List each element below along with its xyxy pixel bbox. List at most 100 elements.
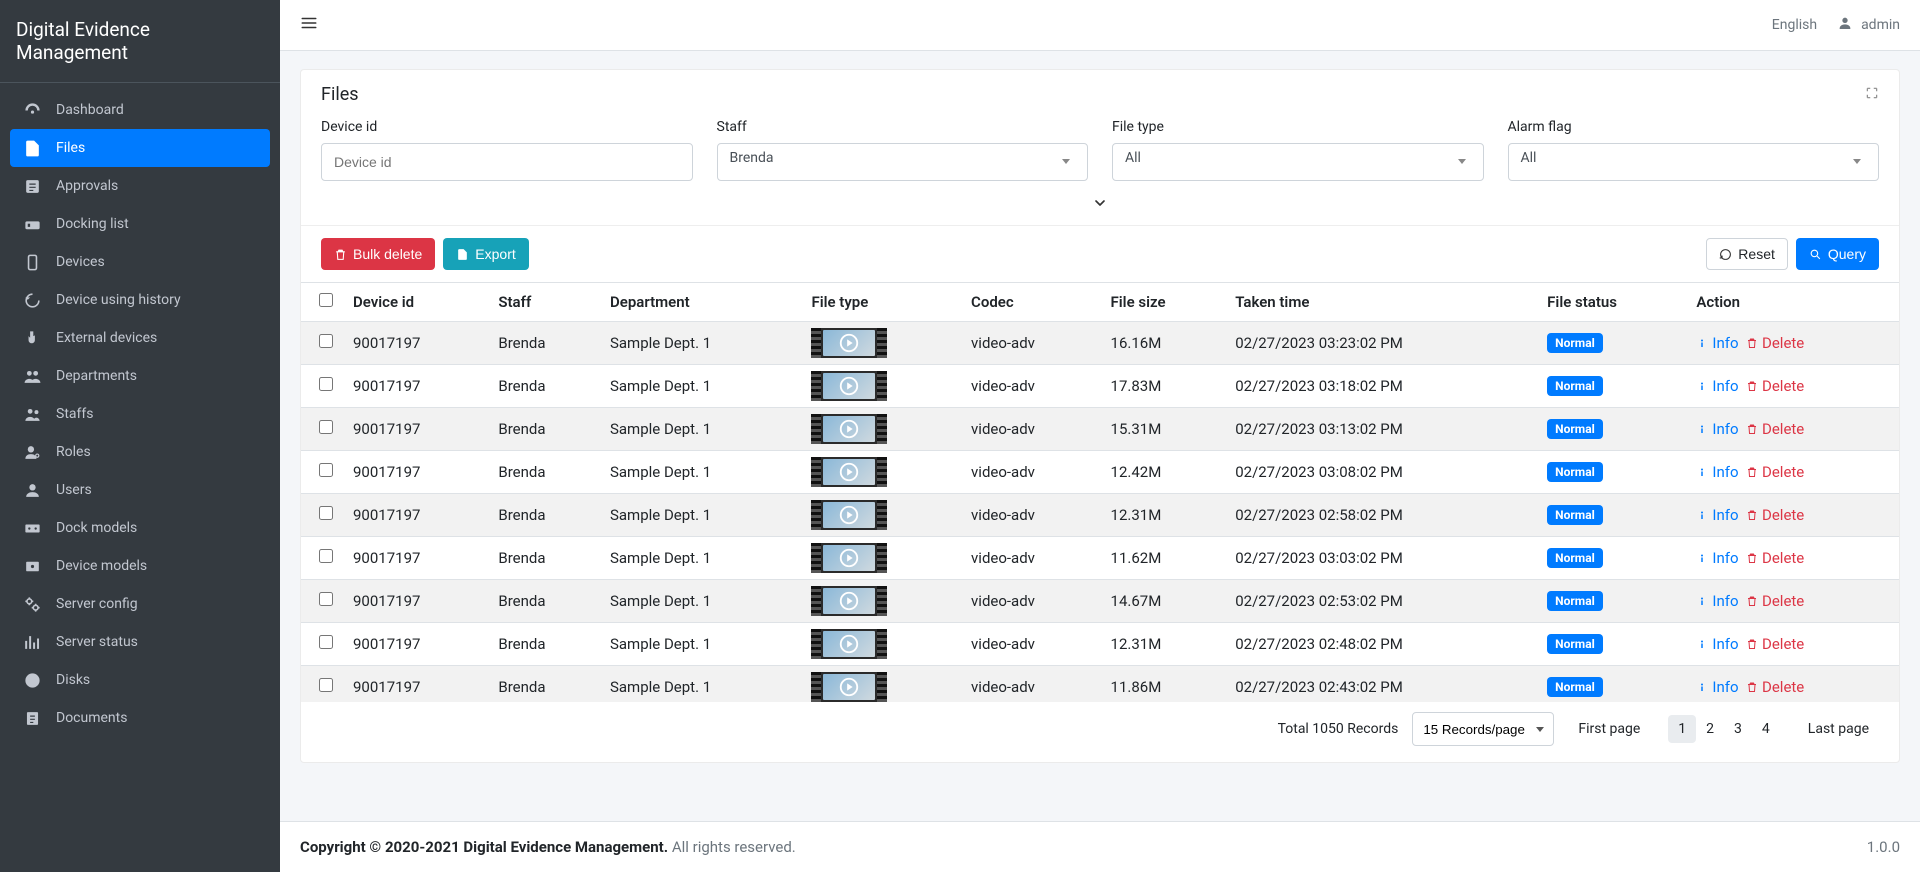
delete-link[interactable]: Delete — [1746, 334, 1804, 352]
video-thumbnail[interactable] — [811, 328, 887, 358]
sidebar-item-docking-list[interactable]: Docking list — [10, 205, 270, 243]
row-checkbox[interactable] — [319, 420, 333, 434]
sidebar-item-dock-models[interactable]: Dock models — [10, 509, 270, 547]
sidebar-item-documents[interactable]: Documents — [10, 699, 270, 737]
cell-taken: 02/27/2023 02:53:02 PM — [1225, 580, 1537, 623]
sidebar-item-server-status[interactable]: Server status — [10, 623, 270, 661]
delete-link[interactable]: Delete — [1746, 463, 1804, 481]
bulk-delete-button[interactable]: Bulk delete — [321, 238, 435, 270]
cell-action: Info Delete — [1686, 666, 1899, 703]
expand-icon[interactable] — [1865, 86, 1879, 104]
info-link[interactable]: Info — [1696, 377, 1738, 395]
row-checkbox[interactable] — [319, 463, 333, 477]
video-thumbnail[interactable] — [811, 543, 887, 573]
sidebar-item-external-devices[interactable]: External devices — [10, 319, 270, 357]
sidebar-item-device-models[interactable]: Device models — [10, 547, 270, 585]
info-link[interactable]: Info — [1696, 678, 1738, 696]
page-number[interactable]: 1 — [1668, 715, 1696, 743]
sidebar-item-label: Departments — [56, 368, 137, 384]
cell-staff: Brenda — [488, 666, 600, 703]
row-checkbox[interactable] — [319, 334, 333, 348]
staff-select[interactable]: Brenda — [717, 143, 1089, 181]
file-type-select[interactable]: All — [1112, 143, 1484, 181]
delete-link[interactable]: Delete — [1746, 377, 1804, 395]
status-badge: Normal — [1547, 634, 1603, 654]
delete-link[interactable]: Delete — [1746, 549, 1804, 567]
sidebar-item-approvals[interactable]: Approvals — [10, 167, 270, 205]
trash-icon — [1746, 552, 1758, 564]
cell-size: 11.86M — [1101, 666, 1226, 703]
delete-link[interactable]: Delete — [1746, 420, 1804, 438]
row-checkbox[interactable] — [319, 635, 333, 649]
sidebar-item-files[interactable]: Files — [10, 129, 270, 167]
info-link[interactable]: Info — [1696, 592, 1738, 610]
info-link[interactable]: Info — [1696, 506, 1738, 524]
sidebar-item-roles[interactable]: Roles — [10, 433, 270, 471]
trash-icon — [1746, 595, 1758, 607]
cell-file-type — [801, 666, 961, 703]
page-title: Files — [321, 84, 359, 105]
sidebar-item-users[interactable]: Users — [10, 471, 270, 509]
video-thumbnail[interactable] — [811, 371, 887, 401]
info-link[interactable]: Info — [1696, 420, 1738, 438]
export-button[interactable]: Export — [443, 238, 528, 270]
video-thumbnail[interactable] — [811, 672, 887, 702]
page-number[interactable]: 2 — [1696, 715, 1724, 743]
sidebar-item-departments[interactable]: Departments — [10, 357, 270, 395]
video-thumbnail[interactable] — [811, 629, 887, 659]
sidebar-item-server-config[interactable]: Server config — [10, 585, 270, 623]
col-header: File type — [801, 283, 961, 322]
user-icon — [1837, 15, 1853, 35]
delete-link[interactable]: Delete — [1746, 592, 1804, 610]
info-icon — [1696, 380, 1708, 392]
sidebar-item-disks[interactable]: Disks — [10, 661, 270, 699]
video-thumbnail[interactable] — [811, 414, 887, 444]
info-link[interactable]: Info — [1696, 334, 1738, 352]
info-link[interactable]: Info — [1696, 549, 1738, 567]
col-header: File status — [1537, 283, 1686, 322]
sidebar-item-devices[interactable]: Devices — [10, 243, 270, 281]
toggle-more-filters[interactable] — [301, 191, 1899, 225]
cell-staff: Brenda — [488, 322, 600, 365]
delete-link[interactable]: Delete — [1746, 678, 1804, 696]
row-checkbox[interactable] — [319, 377, 333, 391]
video-thumbnail[interactable] — [811, 500, 887, 530]
query-button[interactable]: Query — [1796, 238, 1879, 270]
info-link[interactable]: Info — [1696, 635, 1738, 653]
page-number[interactable]: 3 — [1724, 715, 1752, 743]
page-number[interactable]: 4 — [1752, 715, 1780, 743]
alarm-flag-select[interactable]: All — [1508, 143, 1880, 181]
row-checkbox[interactable] — [319, 506, 333, 520]
cell-department: Sample Dept. 1 — [600, 580, 801, 623]
delete-link[interactable]: Delete — [1746, 635, 1804, 653]
delete-link[interactable]: Delete — [1746, 506, 1804, 524]
sidebar-item-device-using-history[interactable]: Device using history — [10, 281, 270, 319]
device-id-input[interactable] — [321, 143, 693, 181]
last-page-link[interactable]: Last page — [1798, 715, 1879, 743]
cell-action: Info Delete — [1686, 494, 1899, 537]
play-icon — [838, 418, 860, 440]
reset-button[interactable]: Reset — [1706, 238, 1788, 270]
info-link[interactable]: Info — [1696, 463, 1738, 481]
row-checkbox[interactable] — [319, 592, 333, 606]
video-thumbnail[interactable] — [811, 457, 887, 487]
menu-toggle-icon[interactable] — [300, 14, 318, 36]
cell-codec: video-adv — [961, 537, 1101, 580]
status-icon — [22, 632, 42, 652]
sidebar-item-label: Device models — [56, 558, 147, 574]
row-checkbox[interactable] — [319, 549, 333, 563]
per-page-select[interactable]: 15 Records/page — [1412, 712, 1554, 746]
brand-title: Digital Evidence Management — [0, 0, 280, 83]
row-checkbox[interactable] — [319, 678, 333, 692]
table-row: 90017197BrendaSample Dept. 1video-adv12.… — [301, 623, 1899, 666]
select-all-checkbox[interactable] — [319, 293, 333, 307]
file-icon — [22, 138, 42, 158]
language-selector[interactable]: English — [1772, 17, 1817, 33]
video-thumbnail[interactable] — [811, 586, 887, 616]
sidebar-item-dashboard[interactable]: Dashboard — [10, 91, 270, 129]
user-menu[interactable]: admin — [1837, 15, 1900, 35]
sidebar-item-staffs[interactable]: Staffs — [10, 395, 270, 433]
chevron-down-icon — [1092, 195, 1108, 211]
cell-size: 16.16M — [1101, 322, 1226, 365]
first-page-link[interactable]: First page — [1568, 715, 1650, 743]
